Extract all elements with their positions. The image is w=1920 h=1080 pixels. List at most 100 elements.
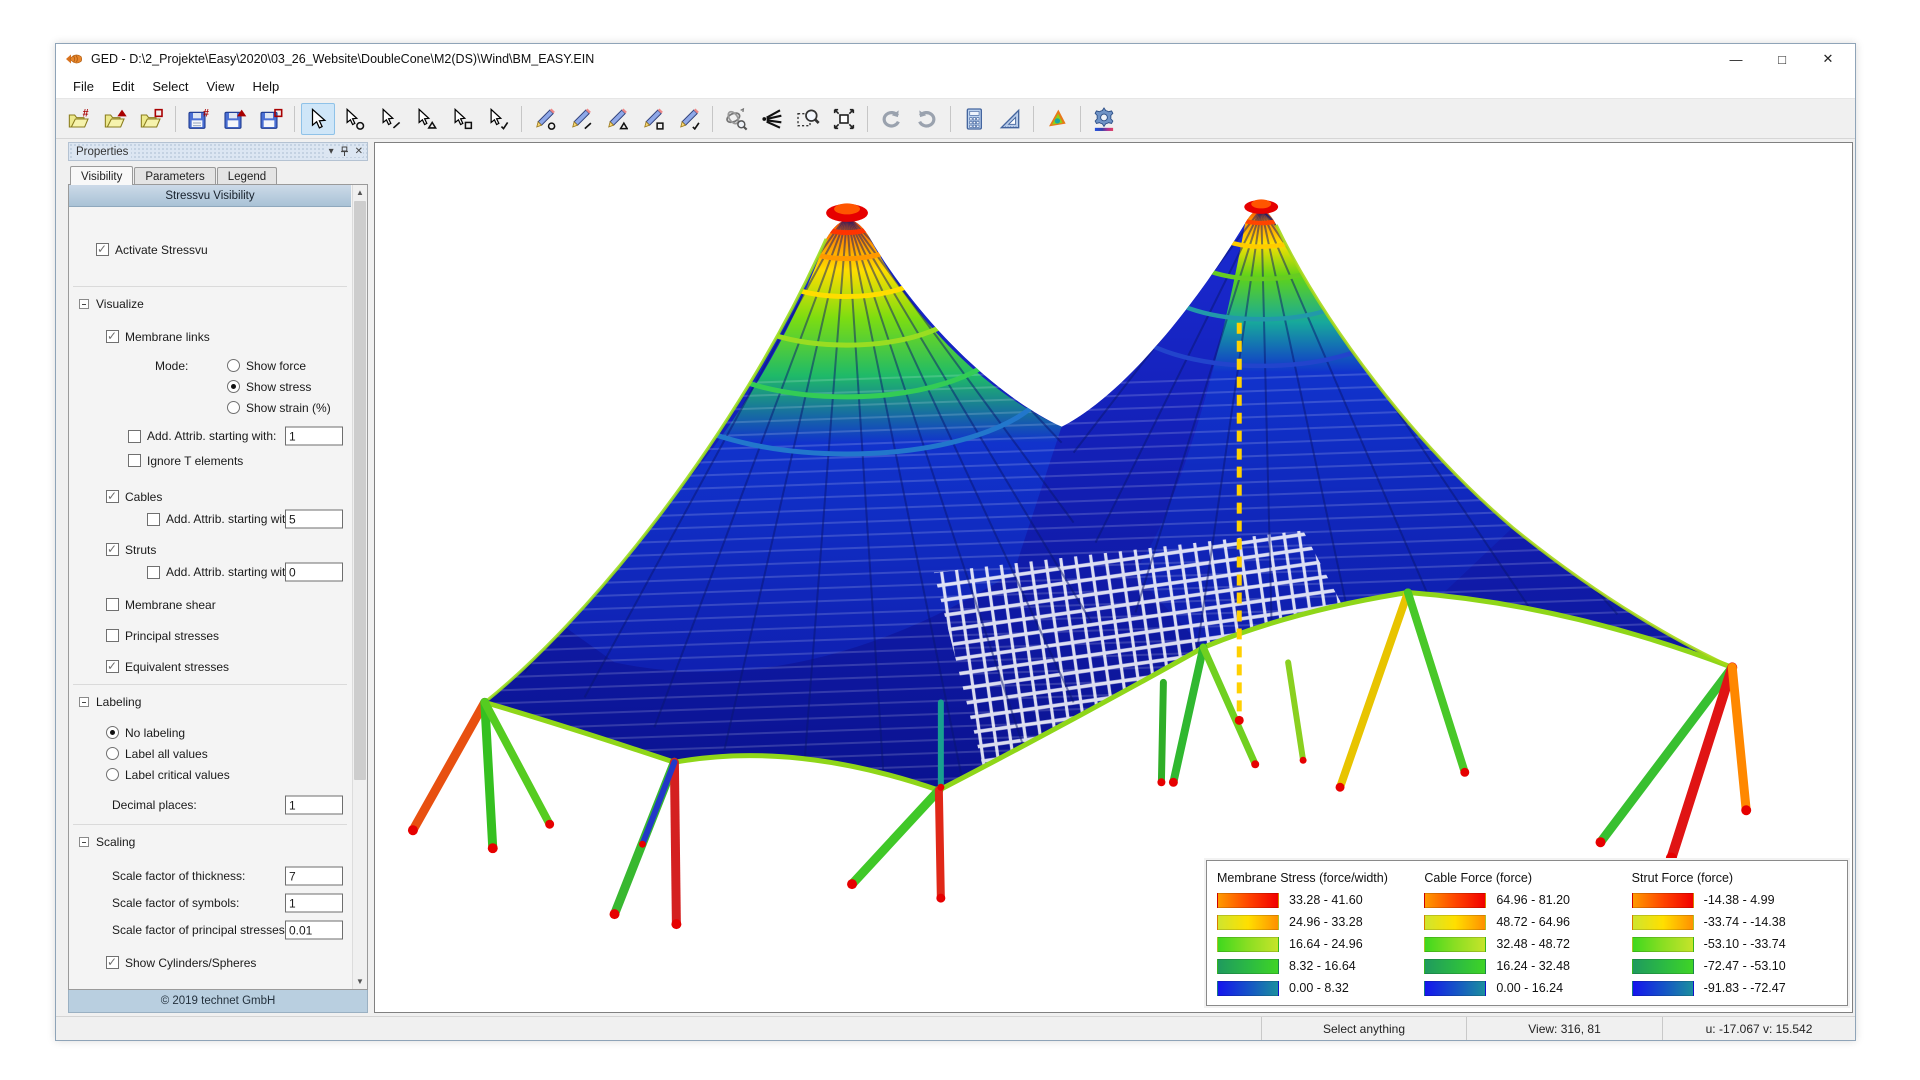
redo-button[interactable] — [910, 103, 944, 135]
visualize-section-header[interactable]: Visualize — [69, 294, 351, 314]
menu-select[interactable]: Select — [143, 76, 197, 97]
activate-stressvu-checkbox[interactable] — [96, 243, 109, 256]
ignore-t-elements-checkbox[interactable] — [128, 454, 141, 467]
draw-triangle-button[interactable] — [600, 103, 634, 135]
draw-point-button[interactable] — [528, 103, 562, 135]
draw-quad-button[interactable] — [636, 103, 670, 135]
maximize-button[interactable]: □ — [1759, 44, 1805, 74]
legend-swatch — [1217, 893, 1279, 908]
toolbar-separator — [1033, 106, 1034, 132]
menu-edit[interactable]: Edit — [103, 76, 143, 97]
cables-add-attrib-checkbox[interactable] — [147, 513, 160, 526]
show-force-radio[interactable] — [227, 359, 240, 372]
panel-scrollbar[interactable]: ▲ ▼ — [352, 185, 367, 989]
minimize-button[interactable]: — — [1713, 44, 1759, 74]
close-button[interactable]: ✕ — [1805, 44, 1851, 74]
equivalent-stresses-checkbox[interactable] — [106, 660, 119, 673]
label-all-values-radio[interactable] — [106, 747, 119, 760]
main-toolbar: # # — [56, 99, 1855, 139]
membrane-shear-row: Membrane shear — [69, 594, 351, 615]
struts-add-attrib-input[interactable]: 0 — [285, 563, 343, 582]
tab-parameters[interactable]: Parameters — [134, 167, 215, 185]
no-labeling-row: No labeling — [69, 722, 351, 743]
tab-visibility[interactable]: Visibility — [70, 166, 133, 185]
panel-menu-chevron-down-icon[interactable]: ▾ — [329, 147, 334, 157]
membrane-links-checkbox[interactable] — [106, 330, 119, 343]
save-geometry-button[interactable] — [218, 103, 252, 135]
draw-polyline-button[interactable] — [672, 103, 706, 135]
client-area: Properties ▾ ✕ Visibility Parameters Leg… — [56, 139, 1855, 1016]
membrane-add-attrib-input[interactable]: 1 — [285, 427, 343, 446]
select-line-button[interactable] — [373, 103, 407, 135]
title-bar[interactable]: GED - D:\2_Projekte\Easy\2020\03_26_Webs… — [56, 44, 1855, 74]
stress-plot-button[interactable] — [1040, 103, 1074, 135]
struts-checkbox[interactable] — [106, 543, 119, 556]
show-stress-radio[interactable] — [227, 380, 240, 393]
save-layout-button[interactable] — [254, 103, 288, 135]
zoom-previous-button[interactable] — [755, 103, 789, 135]
scale-symbols-input[interactable]: 1 — [285, 894, 343, 913]
principal-stresses-checkbox[interactable] — [106, 629, 119, 642]
scaling-section-header[interactable]: Scaling — [69, 832, 351, 852]
select-point-button[interactable] — [337, 103, 371, 135]
viewport-3d[interactable]: Membrane Stress (force/width) 33.28 - 41… — [374, 142, 1853, 1013]
open-mesh-button[interactable]: # — [63, 103, 97, 135]
calculator-button[interactable] — [957, 103, 991, 135]
stressvu-settings-gear-button[interactable] — [1087, 103, 1121, 135]
properties-panel-titlebar[interactable]: Properties ▾ ✕ — [68, 142, 368, 161]
cables-checkbox[interactable] — [106, 490, 119, 503]
section-divider — [73, 286, 347, 287]
orbit-pan-zoom-button[interactable] — [719, 103, 753, 135]
collapse-minus-icon[interactable] — [79, 299, 89, 309]
legend-membrane-column: Membrane Stress (force/width) 33.28 - 41… — [1217, 867, 1424, 1001]
legend-column-title: Strut Force (force) — [1632, 867, 1839, 889]
panel-pin-icon[interactable] — [340, 146, 349, 157]
show-strain-radio[interactable] — [227, 401, 240, 414]
open-geometry-button[interactable] — [99, 103, 133, 135]
circle-glyph-icon — [357, 122, 364, 129]
toolbar-separator — [294, 106, 295, 132]
draw-line-button[interactable] — [564, 103, 598, 135]
scale-thickness-input[interactable]: 7 — [285, 867, 343, 886]
membrane-add-attrib-checkbox[interactable] — [128, 430, 141, 443]
scroll-up-icon[interactable]: ▲ — [353, 185, 367, 200]
select-quad-button[interactable] — [445, 103, 479, 135]
show-cylinders-checkbox[interactable] — [106, 956, 119, 969]
triangle-glyph-icon — [117, 109, 126, 116]
label-all-row: Label all values — [69, 743, 351, 764]
cables-add-attrib-input[interactable]: 5 — [285, 510, 343, 529]
measure-set-square-button[interactable] — [993, 103, 1027, 135]
legend-swatch — [1424, 981, 1486, 996]
toolbar-separator — [521, 106, 522, 132]
cables-add-attrib-row: Add. Attrib. starting with: 5 — [69, 507, 351, 531]
collapse-minus-icon[interactable] — [79, 837, 89, 847]
scrollbar-thumb[interactable] — [354, 201, 366, 780]
tab-legend[interactable]: Legend — [217, 167, 277, 185]
check-glyph-icon — [501, 122, 507, 128]
menu-view[interactable]: View — [198, 76, 244, 97]
undo-button[interactable] — [874, 103, 908, 135]
collapse-minus-icon[interactable] — [79, 697, 89, 707]
save-mesh-button[interactable]: # — [182, 103, 216, 135]
window-title: GED - D:\2_Projekte\Easy\2020\03_26_Webs… — [91, 52, 594, 66]
label-critical-values-radio[interactable] — [106, 768, 119, 781]
open-layout-button[interactable] — [135, 103, 169, 135]
labeling-section-header[interactable]: Labeling — [69, 692, 351, 712]
membrane-shear-checkbox[interactable] — [106, 598, 119, 611]
zoom-window-button[interactable] — [791, 103, 825, 135]
select-triangle-button[interactable] — [409, 103, 443, 135]
menu-file[interactable]: File — [64, 76, 103, 97]
menu-help[interactable]: Help — [243, 76, 288, 97]
zoom-extents-button[interactable] — [827, 103, 861, 135]
legend-swatch — [1217, 959, 1279, 974]
no-labeling-radio[interactable] — [106, 726, 119, 739]
scroll-down-icon[interactable]: ▼ — [353, 974, 367, 989]
select-cursor-button[interactable] — [301, 103, 335, 135]
mode-row-stress: Show stress — [69, 376, 351, 397]
decimal-places-input[interactable]: 1 — [285, 796, 343, 815]
decimal-places-row: Decimal places: 1 — [69, 793, 351, 817]
scale-principal-input[interactable]: 0.01 — [285, 921, 343, 940]
panel-close-icon[interactable]: ✕ — [355, 147, 363, 157]
select-polyline-button[interactable] — [481, 103, 515, 135]
struts-add-attrib-checkbox[interactable] — [147, 566, 160, 579]
